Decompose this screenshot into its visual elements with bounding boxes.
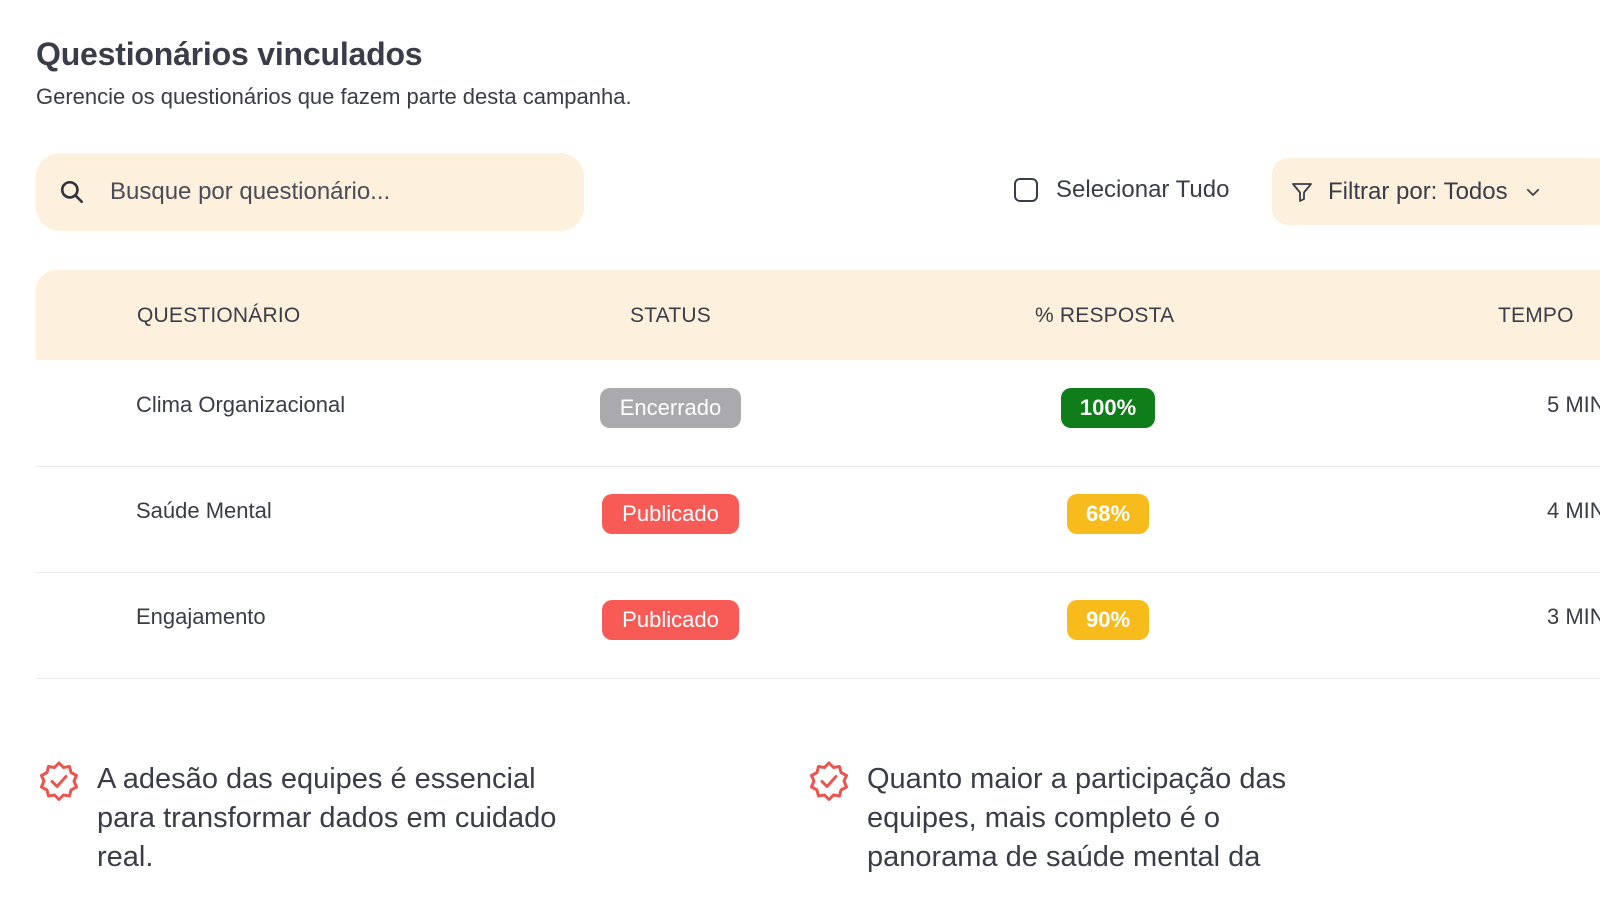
response-rate-badge: 90% (1067, 600, 1149, 640)
page-title: Questionários vinculados (36, 36, 423, 72)
response-rate-badge: 100% (1061, 388, 1155, 428)
status-badge: Encerrado (600, 388, 741, 428)
filter-label: Filtrar por: Todos (1328, 177, 1508, 205)
questionnaire-name: Saúde Mental (136, 498, 272, 523)
info-tip: Quanto maior a participação das equipes,… (807, 760, 1307, 877)
filter-icon (1290, 180, 1314, 204)
select-all-checkbox[interactable] (1014, 178, 1038, 202)
info-tip: A adesão das equipes é essencial para tr… (37, 760, 567, 877)
questionnaire-name: Clima Organizacional (136, 392, 346, 417)
column-header-time[interactable]: TEMPO (1498, 304, 1574, 328)
table-header: QUESTIONÁRIO STATUS % RESPOSTA TEMPO (36, 270, 1600, 360)
table-row[interactable]: Clima Organizacional Encerrado 100% 5 MI… (36, 360, 1600, 467)
status-badge: Publicado (602, 600, 739, 640)
table-row[interactable]: Saúde Mental Publicado 68% 4 MIN (36, 466, 1600, 573)
time-value: 4 MIN (1547, 498, 1600, 523)
page-subtitle: Gerencie os questionários que fazem part… (36, 84, 632, 109)
tip-text: Quanto maior a participação das equipes,… (867, 763, 1287, 873)
filter-dropdown[interactable]: Filtrar por: Todos (1272, 158, 1600, 225)
time-value: 5 MIN (1547, 392, 1600, 417)
page: Questionários vinculados Gerencie os que… (0, 0, 1600, 900)
column-header-response[interactable]: % RESPOSTA (1035, 304, 1174, 328)
status-badge: Publicado (602, 494, 739, 534)
select-all-toggle[interactable]: Selecionar Tudo (1014, 176, 1229, 204)
select-all-label: Selecionar Tudo (1056, 176, 1230, 203)
verified-badge-icon (37, 760, 81, 804)
questionnaire-name: Engajamento (136, 604, 266, 629)
verified-badge-icon (807, 760, 851, 804)
table-row[interactable]: Engajamento Publicado 90% 3 MIN (36, 572, 1600, 679)
tip-text: A adesão das equipes é essencial para tr… (97, 763, 557, 873)
column-header-status[interactable]: STATUS (630, 304, 711, 328)
search-input[interactable] (108, 177, 552, 207)
column-header-questionnaire[interactable]: QUESTIONÁRIO (137, 304, 300, 328)
response-rate-badge: 68% (1067, 494, 1149, 534)
search-box[interactable] (36, 153, 584, 231)
chevron-down-icon (1524, 183, 1542, 201)
time-value: 3 MIN (1547, 604, 1600, 629)
search-icon (58, 178, 86, 206)
